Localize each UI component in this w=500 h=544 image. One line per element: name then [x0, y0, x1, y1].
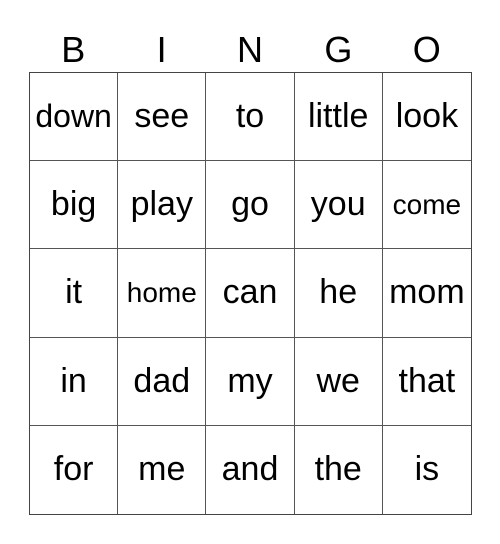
bingo-cell[interactable]: is — [383, 426, 471, 514]
header-letter-o: O — [412, 29, 441, 70]
bingo-cell[interactable]: you — [294, 161, 383, 250]
bingo-cell[interactable]: we — [294, 337, 383, 426]
bingo-cell[interactable]: can — [206, 249, 295, 338]
bingo-cell[interactable]: big — [30, 161, 119, 250]
bingo-cell[interactable]: me — [118, 425, 207, 514]
bingo-cell[interactable]: and — [206, 425, 295, 514]
header-letter-b: B — [61, 29, 86, 70]
header-letter-g: G — [324, 29, 353, 70]
bingo-cell[interactable]: for — [30, 425, 119, 514]
bingo-cell[interactable]: go — [206, 161, 295, 250]
bingo-cell[interactable]: dad — [118, 337, 207, 426]
bingo-cell[interactable]: down — [30, 73, 119, 162]
bingo-cell[interactable]: come — [382, 161, 471, 250]
header-letter-n: N — [236, 29, 263, 70]
bingo-cell[interactable]: he — [294, 249, 383, 338]
bingo-header: B I N G O — [29, 28, 471, 72]
bingo-cell[interactable]: in — [30, 337, 119, 426]
bingo-cell[interactable]: home — [118, 249, 207, 338]
header-letter-i: I — [156, 29, 167, 70]
bingo-cell[interactable]: see — [118, 73, 207, 162]
bingo-cell[interactable]: that — [382, 338, 471, 426]
bingo-cell[interactable]: it — [30, 249, 119, 338]
bingo-cell[interactable]: to — [206, 73, 295, 162]
bingo-cell[interactable]: look — [382, 73, 471, 162]
bingo-card-grid: down see to little look big play go you come it hom… — [29, 72, 472, 515]
bingo-cell[interactable]: mom — [382, 249, 471, 338]
bingo-cell[interactable]: my — [206, 337, 295, 426]
bingo-cell[interactable]: little — [294, 73, 383, 162]
bingo-cell[interactable]: play — [118, 161, 207, 250]
bingo-cell[interactable]: the — [295, 425, 383, 514]
